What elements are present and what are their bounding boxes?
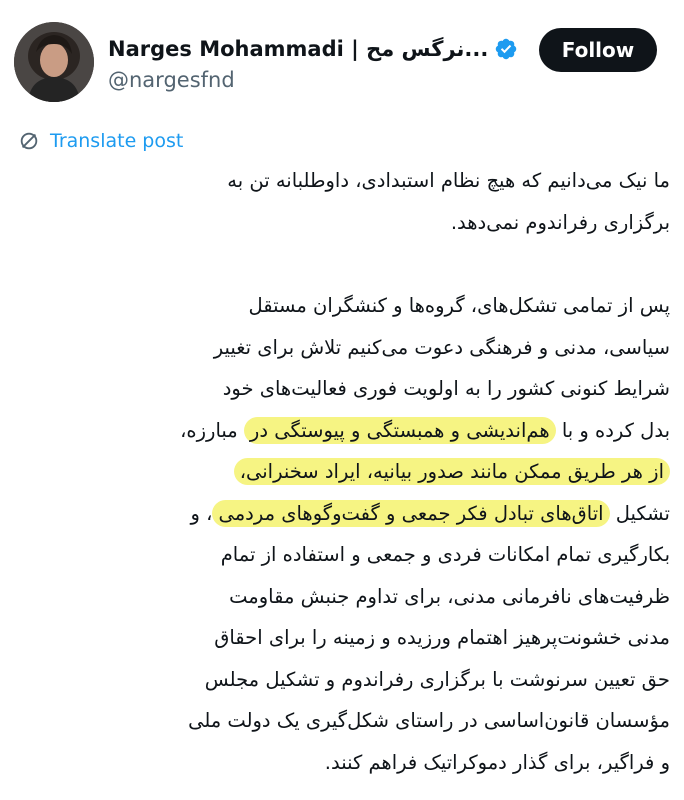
avatar[interactable]	[14, 22, 94, 102]
post-line: ما نیک می‌دانیم که هیچ نظام استبدادی، دا…	[227, 169, 670, 192]
author-display-name[interactable]: Narges Mohammadi | نرگس مح...	[108, 37, 488, 61]
post-line: مدنی خشونت‌پرهیز اهتمام ورزیده و زمینه ر…	[214, 626, 670, 649]
verified-badge-icon	[496, 38, 517, 60]
post-text-segment: تشکیل	[609, 501, 670, 525]
follow-button[interactable]: Follow	[539, 28, 657, 72]
post-line: بکارگیری تمام امکانات فردی و جمعی و استف…	[220, 543, 670, 566]
post-text: ما نیک می‌دانیم که هیچ نظام استبدادی، دا…	[14, 160, 670, 783]
highlighted-text: هم‌اندیشی و همبستگی و پیوستگی در	[243, 416, 556, 444]
post-line: مؤسسان قانون‌اساسی در راستای شکل‌گیری یک…	[188, 709, 670, 732]
post-text-segment: مبارزه،	[180, 418, 244, 442]
post-line: تشکیل اتاق‌های تبادل فکر جمعی و گفت‌وگوه…	[14, 493, 670, 535]
highlighted-text: اتاق‌های تبادل فکر جمعی و گفت‌وگوهای مرد…	[212, 499, 610, 527]
post-line: برگزاری رفراندوم نمی‌دهد.	[450, 210, 670, 234]
post-line: ظرفیت‌های نافرمانی مدنی، برای تداوم جنبش…	[229, 584, 670, 608]
post-line: شرایط کنونی کشور را به اولویت فوری فعالی…	[222, 377, 670, 400]
post-line: و فراگیر، برای گذار دموکراتیک فراهم کنند…	[324, 750, 670, 774]
translate-post-link[interactable]: Translate post	[18, 126, 183, 156]
post-line: بدل کرده و با هم‌اندیشی و همبستگی و پیوس…	[14, 410, 670, 452]
author-name-row[interactable]: Narges Mohammadi | نرگس مح...	[108, 32, 518, 66]
avatar-image	[14, 22, 94, 102]
post-line: پس از تمامی تشکل‌های، گروه‌ها و کنشگران …	[248, 294, 671, 317]
post-line: از هر طریق ممکن مانند صدور بیانیه، ایراد…	[14, 451, 670, 493]
author-handle[interactable]: @nargesfnd	[108, 68, 235, 92]
post-line: سیاسی، مدنی و فرهنگی دعوت می‌کنیم تلاش ب…	[213, 335, 670, 359]
post-line: حق تعیین سرنوشت با برگزاری رفراندوم و تش…	[204, 667, 670, 691]
translate-post-label[interactable]: Translate post	[50, 130, 183, 152]
post-text-segment: ، و	[190, 501, 213, 525]
translate-icon	[20, 132, 38, 150]
post-header: Narges Mohammadi | نرگس مح... @nargesfnd…	[0, 0, 684, 120]
post-text-segment: بدل کرده و با	[555, 418, 670, 442]
highlighted-text: از هر طریق ممکن مانند صدور بیانیه، ایراد…	[233, 458, 670, 485]
